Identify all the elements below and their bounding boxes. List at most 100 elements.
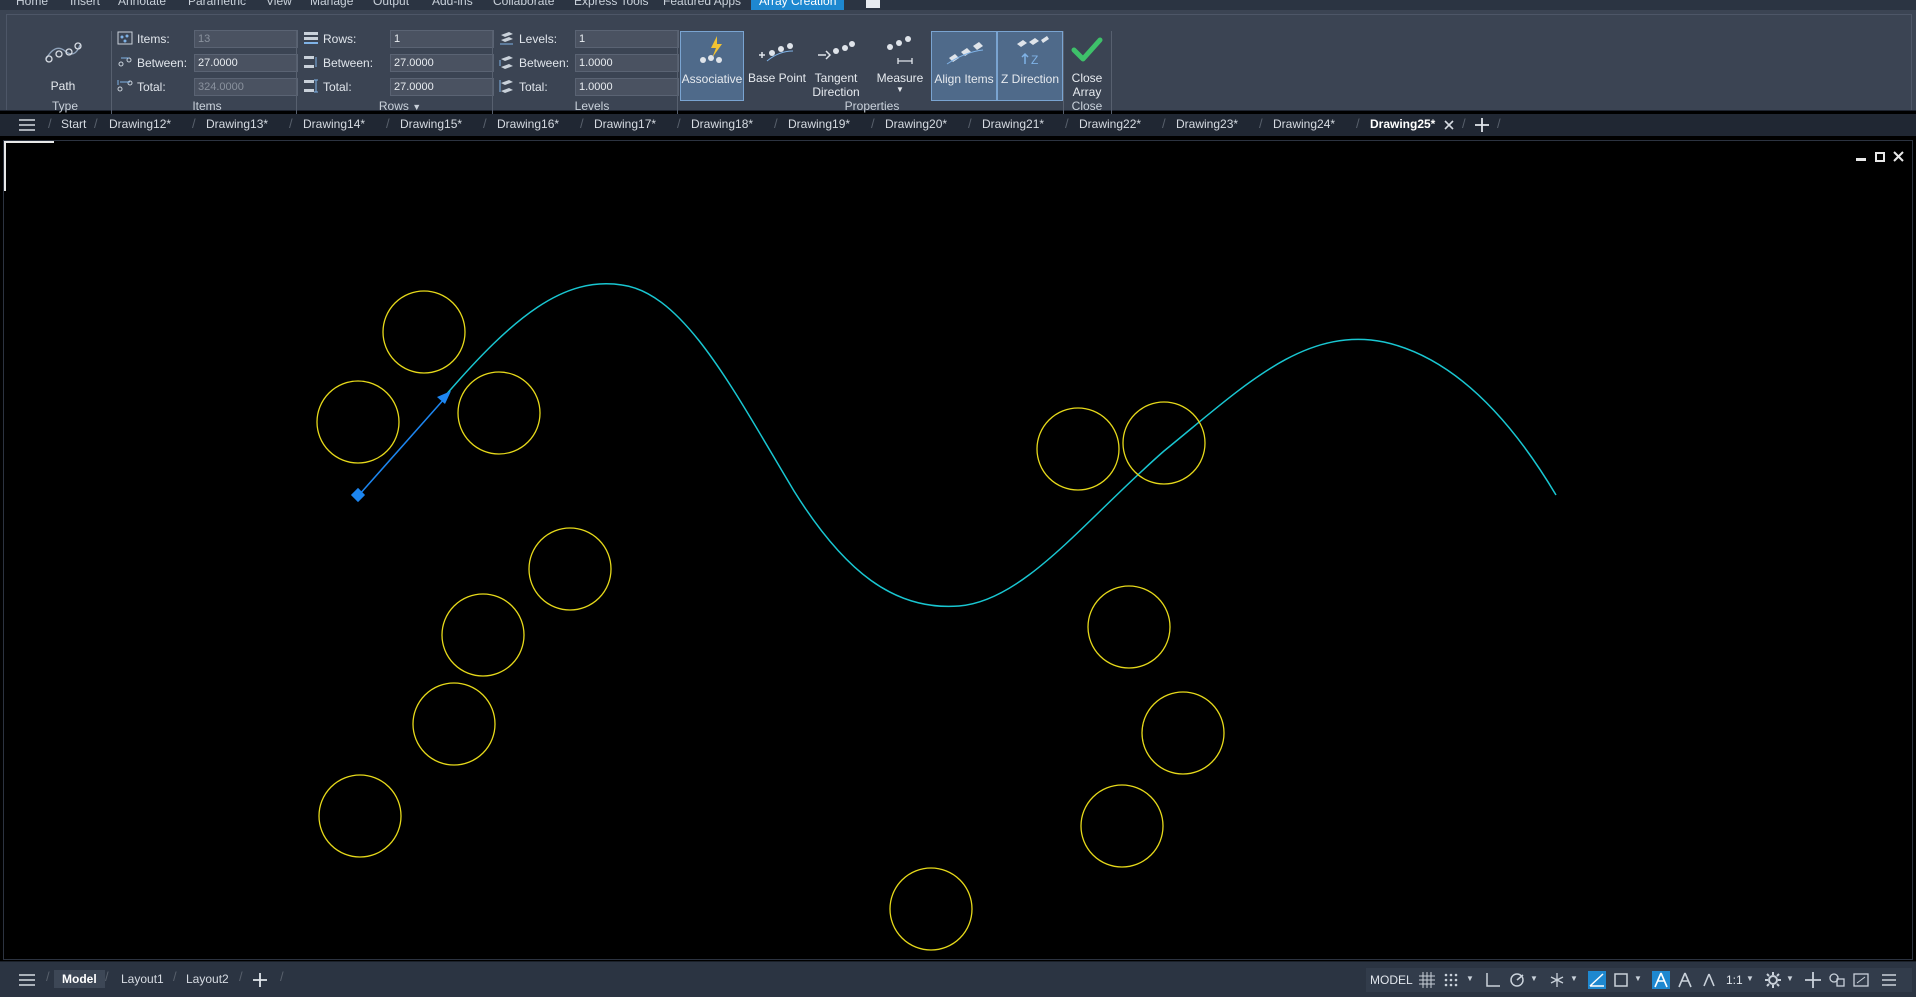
osnap-icon[interactable] [1612, 971, 1630, 989]
isodraft-icon[interactable] [1548, 971, 1566, 989]
isolate-objects-icon[interactable] [1828, 971, 1846, 989]
hamburger-icon[interactable] [18, 116, 36, 134]
plus-icon[interactable] [1474, 117, 1490, 133]
doc-tab[interactable]: Drawing17* [594, 117, 656, 131]
doc-tab[interactable]: Drawing14* [303, 117, 365, 131]
osnap-tracking-icon[interactable] [1588, 971, 1606, 989]
layout-tab-layout1[interactable]: Layout1 [121, 972, 164, 986]
array-item-circle[interactable] [1141, 691, 1225, 775]
crosshair-plus-icon[interactable] [1804, 971, 1822, 989]
chevron-down-icon[interactable]: ▼ [1786, 974, 1794, 983]
doc-tab[interactable]: Drawing19* [788, 117, 850, 131]
annotation-scale-icon[interactable] [1700, 971, 1718, 989]
ribbon-tab-insert[interactable]: Insert [70, 0, 100, 8]
base-point-button[interactable]: Base Point [747, 31, 807, 101]
close-icon[interactable] [1443, 119, 1455, 131]
ribbon-tab-view[interactable]: View [266, 0, 292, 8]
chevron-down-icon[interactable]: ▼ [1466, 974, 1474, 983]
layout-tab-model[interactable]: Model [54, 970, 105, 988]
associative-button[interactable]: Associative [680, 31, 744, 101]
path-type-button[interactable]: Path [27, 31, 99, 101]
doc-tab[interactable]: Drawing18* [691, 117, 753, 131]
items-between-field[interactable]: 27.0000 [194, 54, 298, 72]
items-count-field[interactable]: 13 [194, 30, 298, 48]
tangent-label-1: Tangent [814, 71, 858, 85]
tangent-direction-button[interactable]: Tangent Direction [807, 31, 865, 101]
chevron-down-icon[interactable]: ▼ [1570, 974, 1578, 983]
ribbon-tab-addins[interactable]: Add-ins [432, 0, 473, 8]
levels-between-field[interactable]: 1.0000 [575, 54, 679, 72]
array-item-circle[interactable] [382, 290, 466, 374]
annotation-visibility-icon[interactable] [1652, 971, 1670, 989]
direction-grip[interactable] [437, 391, 451, 404]
array-item-circle[interactable] [1036, 407, 1120, 491]
doc-tab[interactable]: Drawing15* [400, 117, 462, 131]
rows-panel-title[interactable]: Rows ▼ [373, 99, 427, 113]
array-path-spline[interactable] [444, 283, 1557, 608]
array-item-circle[interactable] [1122, 401, 1206, 485]
doc-tab[interactable]: Drawing22* [1079, 117, 1141, 131]
auto-scale-icon[interactable] [1676, 971, 1694, 989]
gear-icon[interactable] [1764, 971, 1782, 989]
levels-count-field[interactable]: 1 [575, 30, 679, 48]
drawing-canvas[interactable] [3, 140, 1913, 960]
rows-count-field[interactable]: 1 [390, 30, 494, 48]
doc-tab[interactable]: Drawing23* [1176, 117, 1238, 131]
ribbon-tab-collaborate[interactable]: Collaborate [493, 0, 554, 8]
customization-menu-icon[interactable] [1880, 971, 1898, 989]
workspace-icon[interactable] [866, 0, 880, 8]
path-array-icon [45, 42, 82, 63]
array-item-circle[interactable] [441, 593, 525, 677]
chevron-down-icon[interactable]: ▼ [1530, 974, 1538, 983]
chevron-down-icon[interactable]: ▼ [1746, 974, 1754, 983]
z-direction-button[interactable]: Z Z Direction [997, 31, 1063, 101]
array-item-circle[interactable] [1087, 585, 1171, 669]
scale-selector[interactable]: 1:1 [1726, 973, 1743, 987]
ribbon-tab-manage[interactable]: Manage [310, 0, 353, 8]
ribbon-tab-annotate[interactable]: Annotate [118, 0, 166, 8]
rows-icon [304, 32, 318, 44]
levels-label: Levels: [519, 32, 558, 46]
layout-tab-layout2[interactable]: Layout2 [186, 972, 229, 986]
array-item-circle[interactable] [318, 774, 402, 858]
ribbon-tab-featured-apps[interactable]: Featured Apps [663, 0, 741, 8]
doc-tab[interactable]: Drawing13* [206, 117, 268, 131]
chevron-down-icon[interactable]: ▼ [1634, 974, 1642, 983]
doc-tab[interactable]: Drawing16* [497, 117, 559, 131]
base-point-label: Base Point [747, 71, 807, 85]
doc-tab[interactable]: Drawing24* [1273, 117, 1335, 131]
hamburger-icon[interactable] [18, 971, 36, 989]
rows-total-field[interactable]: 27.0000 [390, 78, 494, 96]
items-total-field[interactable]: 324.0000 [194, 78, 298, 96]
array-item-circle[interactable] [1080, 784, 1164, 868]
rows-between-field[interactable]: 27.0000 [390, 54, 494, 72]
grid-icon[interactable] [1418, 971, 1436, 989]
doc-tab-start[interactable]: Start [61, 117, 86, 131]
array-item-circle[interactable] [457, 371, 541, 455]
model-space-toggle[interactable]: MODEL [1370, 973, 1413, 987]
ribbon-tab-express-tools[interactable]: Express Tools [574, 0, 648, 8]
close-array-button[interactable]: Close Array [1065, 31, 1109, 101]
doc-tab[interactable]: Drawing12* [109, 117, 171, 131]
doc-tab[interactable]: Drawing21* [982, 117, 1044, 131]
clean-screen-icon[interactable] [1852, 971, 1870, 989]
drawing-svg [316, 283, 1557, 951]
snap-icon[interactable] [1442, 971, 1460, 989]
align-items-button[interactable]: Align Items [931, 31, 997, 101]
levels-total-field[interactable]: 1.0000 [575, 78, 679, 96]
ribbon-tab-home[interactable]: Home [16, 0, 48, 8]
plus-icon[interactable] [252, 972, 268, 988]
ribbon-tab-array-creation[interactable]: Array Creation [751, 0, 845, 10]
polar-icon[interactable] [1508, 971, 1526, 989]
doc-tab-active[interactable]: Drawing25* [1370, 117, 1435, 131]
ribbon-tab-bar: Home Insert Annotate Parametric View Man… [0, 0, 1916, 10]
array-item-circle[interactable] [316, 380, 400, 464]
doc-tab[interactable]: Drawing20* [885, 117, 947, 131]
ribbon-tab-parametric[interactable]: Parametric [188, 0, 246, 8]
ortho-icon[interactable] [1484, 971, 1502, 989]
array-item-circle[interactable] [412, 682, 496, 766]
array-item-circle[interactable] [889, 867, 973, 951]
measure-button[interactable]: Measure ▼ [867, 31, 933, 101]
array-item-circle[interactable] [528, 527, 612, 611]
ribbon-tab-output[interactable]: Output [373, 0, 409, 8]
